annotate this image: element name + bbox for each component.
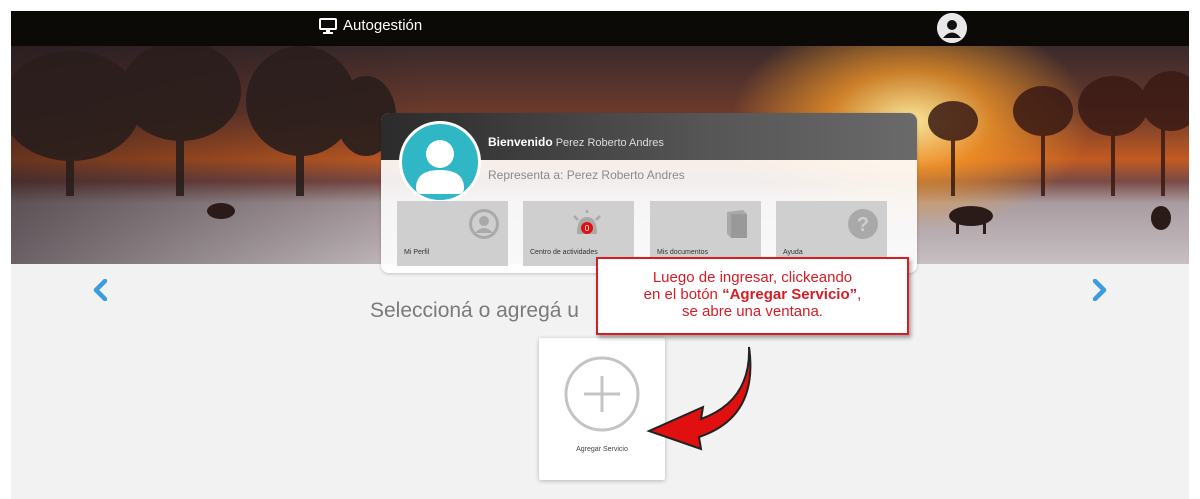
chevron-right-icon[interactable] bbox=[1091, 279, 1109, 301]
represents-text: Representa a: Perez Roberto Andres bbox=[488, 168, 685, 182]
app-frame: Autogestión Bienvenido Perez Roberto And… bbox=[11, 11, 1189, 499]
callout-line-1: Luego de ingresar, clickeando bbox=[652, 269, 853, 286]
chevron-left-icon[interactable] bbox=[91, 279, 109, 301]
callout-line-2: en el botón “Agregar Servicio”, bbox=[598, 286, 907, 303]
plus-circle-icon bbox=[564, 356, 640, 432]
welcome-label: Bienvenido bbox=[488, 135, 553, 149]
user-avatar-icon[interactable] bbox=[937, 13, 967, 43]
app-title-text: Autogestión bbox=[343, 17, 423, 34]
tile-label: Centro de actividades bbox=[530, 249, 598, 256]
tile-mi-perfil[interactable]: Mi Perfil bbox=[397, 201, 508, 266]
top-bar: Autogestión bbox=[11, 11, 1189, 46]
tile-label: Ayuda bbox=[783, 249, 803, 256]
badge-count: 0 bbox=[585, 224, 590, 233]
user-circle-icon bbox=[469, 209, 499, 239]
user-name: Perez Roberto Andres bbox=[555, 137, 664, 149]
hero-banner: Bienvenido Perez Roberto Andres Represent… bbox=[11, 46, 1189, 273]
profile-card: Bienvenido Perez Roberto Andres Represent… bbox=[381, 113, 917, 273]
welcome-text: Bienvenido Perez Roberto Andres bbox=[488, 135, 664, 149]
help-icon: ? bbox=[848, 209, 878, 239]
monitor-icon bbox=[319, 17, 337, 34]
tile-label: Mi Perfil bbox=[404, 249, 430, 256]
app-title[interactable]: Autogestión bbox=[319, 17, 422, 34]
book-icon bbox=[727, 210, 747, 238]
callout-line-3: se abre una ventana. bbox=[682, 303, 823, 320]
curved-arrow-icon bbox=[646, 346, 752, 451]
alarm-bell-icon: 0 bbox=[573, 210, 601, 234]
svg-text:?: ? bbox=[857, 214, 869, 236]
callout-line-2-pre: en el botón bbox=[643, 286, 723, 303]
callout-line-2-post: , bbox=[857, 286, 862, 303]
instruction-callout: Luego de ingresar, clickeando en el botó… bbox=[596, 257, 909, 335]
tile-label: Mis documentos bbox=[657, 249, 708, 256]
callout-emphasis: “Agregar Servicio” bbox=[722, 286, 858, 303]
profile-avatar-icon bbox=[399, 121, 481, 203]
section-heading: Seleccioná o agregá u bbox=[370, 299, 579, 322]
